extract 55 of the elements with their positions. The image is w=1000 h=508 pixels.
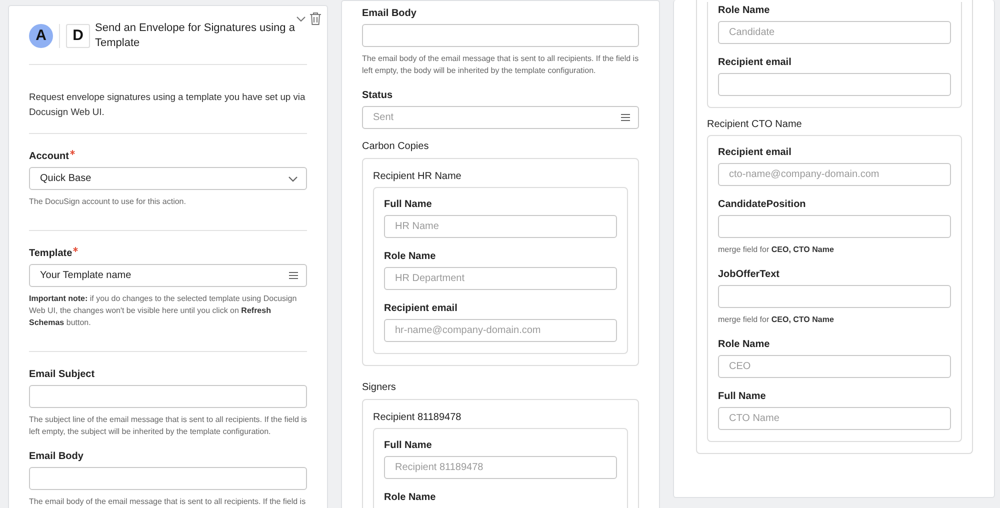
text-field[interactable] [29,385,307,408]
section-heading: Carbon Copies [362,141,430,152]
text-field[interactable]: Recipient 81189478 [384,456,617,479]
recipient-title: Recipient HR Name [373,171,462,182]
app-logo: A [29,24,53,48]
field-label: Template [29,247,72,260]
field-label: JobOfferText [718,268,780,281]
field-label: Email Body [362,7,416,20]
chevron-down-icon [288,176,298,182]
help-text: Important note: if you do changes to the selected template using Docusign Web UI, the changes won't be visible here until you click on Refresh Schemas button. [29,293,298,329]
help-text: merge field for CEO, CTO Name [718,314,835,326]
description: Request envelope signatures using a template you have set up via Docusign Web UI. [29,90,306,119]
help-text: merge field for CEO, CTO Name [718,244,835,256]
text-field[interactable]: HR Department [384,267,617,290]
trash-icon[interactable] [310,12,321,25]
field-label: Email Body [29,450,84,463]
text-field[interactable]: Candidate [718,21,951,44]
field-label: Full Name [384,198,432,211]
field-label: Email Subject [29,368,95,381]
list-icon [289,272,298,279]
text-field[interactable] [718,215,951,238]
field-label: Full Name [384,439,432,452]
field-label: Role Name [384,250,436,263]
text-field[interactable] [29,467,307,490]
recipient-title: Recipient CTO Name [707,119,803,130]
text-field[interactable]: CTO Name [718,407,951,430]
field-label: Recipient email [718,56,792,69]
chevron-down-icon[interactable] [296,16,306,22]
card-title: Send an Envelope for Signatures using a Template [95,21,296,50]
text-field[interactable]: hr-name@company-domain.com [384,319,617,342]
text-field[interactable] [718,73,951,96]
field-label: Role Name [718,4,770,17]
dropdown-field[interactable]: Quick Base [29,167,307,190]
app-logo: D [66,24,90,48]
text-field[interactable]: CEO [718,355,951,378]
text-field[interactable]: HR Name [384,215,617,238]
field-label: Full Name [718,390,766,403]
help-text: The email body of the email message that is sent to all recipients. If the field is left empty, the body will be inherited by the template configuration. [362,53,639,77]
section-heading: Signers [362,382,397,393]
field-label: Account [29,150,69,163]
help-text: The email body of the email message that is sent to all recipients. If the field is [29,496,307,508]
help-text: The subject line of the email message that is sent to all recipients. If the field is left empty, the subject will be inherited by the template configuration. [29,414,307,438]
text-field[interactable] [362,24,639,47]
list-icon [621,114,630,121]
field-label: Status [362,89,393,102]
field-label: Role Name [384,491,436,504]
field-label: Recipient email [718,146,792,159]
picker-field[interactable]: Your Template name [29,264,307,287]
recipient-title: Recipient 81189478 [373,412,462,423]
help-text: The DocuSign account to use for this action. [29,196,187,208]
field-label: Recipient email [384,302,458,315]
field-label: CandidatePosition [718,198,806,211]
field-label: Role Name [718,338,770,351]
text-field[interactable] [718,285,951,308]
text-field[interactable]: cto-name@company-domain.com [718,163,951,186]
